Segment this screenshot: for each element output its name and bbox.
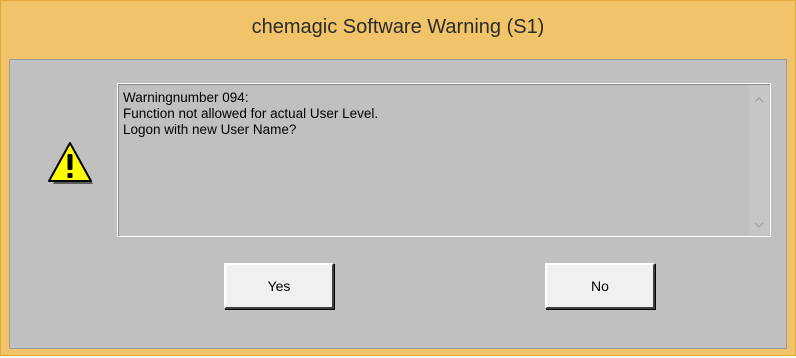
message-line: Warningnumber 094: bbox=[123, 90, 249, 105]
vertical-scrollbar[interactable] bbox=[749, 85, 769, 235]
message-text: Warningnumber 094: Function not allowed … bbox=[123, 90, 733, 138]
warning-dialog: chemagic Software Warning (S1) Warningnu… bbox=[0, 0, 796, 356]
title-bar[interactable]: chemagic Software Warning (S1) bbox=[1, 1, 795, 57]
message-line: Function not allowed for actual User Lev… bbox=[123, 106, 379, 121]
message-textbox[interactable]: Warningnumber 094: Function not allowed … bbox=[117, 83, 771, 237]
warning-triangle-icon bbox=[48, 142, 93, 184]
message-line: Logon with new User Name? bbox=[123, 122, 297, 137]
no-button[interactable]: No bbox=[545, 263, 655, 309]
chevron-up-icon[interactable] bbox=[749, 89, 769, 109]
chevron-down-icon[interactable] bbox=[749, 215, 769, 235]
window-title: chemagic Software Warning (S1) bbox=[251, 15, 545, 38]
dialog-body: Warningnumber 094: Function not allowed … bbox=[9, 59, 787, 349]
yes-button[interactable]: Yes bbox=[224, 263, 334, 309]
